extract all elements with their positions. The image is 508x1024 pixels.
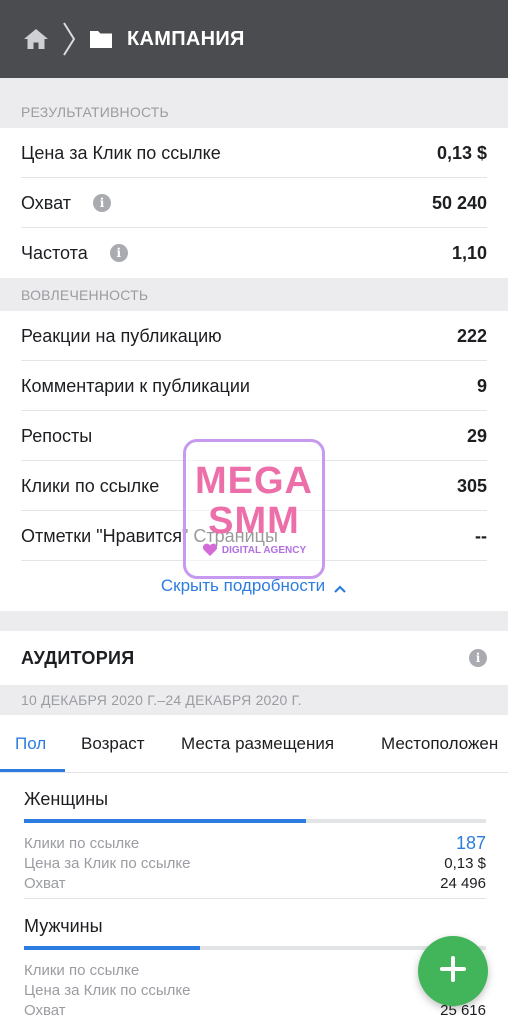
hide-details-label: Скрыть подробности bbox=[160, 576, 326, 595]
group-metric-label: Клики по ссылке bbox=[24, 834, 140, 852]
watermark-tagline-text: DIGITAL AGENCY bbox=[221, 544, 307, 556]
metric-row-cpc: Цена за Клик по ссылке 0,13 $ bbox=[0, 128, 508, 178]
metric-label: Реакции на публикацию bbox=[21, 325, 222, 346]
tab-placements[interactable]: Места размещения bbox=[181, 715, 334, 772]
info-icon[interactable]: i bbox=[93, 194, 112, 212]
metric-value: 29 bbox=[466, 425, 487, 446]
metric-row-comments: Комментарии к публикации 9 bbox=[0, 361, 508, 411]
audience-group-women: Женщины Клики по ссылке 187 Цена за Клик… bbox=[24, 789, 486, 893]
group-metric-label: Цена за Клик по ссылке bbox=[24, 981, 191, 999]
group-metric: Клики по ссылке bbox=[24, 960, 486, 980]
plus-icon bbox=[439, 955, 467, 988]
watermark-line: SMM bbox=[208, 500, 300, 542]
group-metric: Цена за Клик по ссылке bbox=[24, 980, 486, 1000]
tab-age[interactable]: Возраст bbox=[81, 715, 145, 772]
spacer bbox=[0, 78, 508, 95]
share-bar-fill bbox=[24, 819, 306, 823]
top-bar: КАМПАНИЯ bbox=[0, 0, 508, 78]
metric-label: Клики по ссылке bbox=[21, 475, 160, 496]
audience-header: АУДИТОРИЯ i bbox=[0, 631, 508, 685]
info-icon[interactable]: i bbox=[109, 244, 128, 262]
metric-value: 0,13 $ bbox=[436, 142, 487, 163]
metric-row-frequency: Частота i 1,10 bbox=[0, 228, 508, 278]
section-header-performance: РЕЗУЛЬТАТИВНОСТЬ bbox=[0, 95, 508, 128]
watermark-line: MEGA bbox=[195, 460, 313, 502]
group-metric-value: 24 496 bbox=[440, 874, 486, 892]
group-name: Женщины bbox=[24, 789, 109, 809]
metric-value: 222 bbox=[456, 325, 487, 346]
metric-value: 9 bbox=[476, 375, 487, 396]
add-button[interactable] bbox=[418, 936, 488, 1006]
tab-location[interactable]: Местоположен bbox=[381, 715, 498, 772]
metric-label: Частота bbox=[21, 242, 88, 263]
metric-value: -- bbox=[475, 525, 487, 546]
group-metric-label: Клики по ссылке bbox=[24, 961, 140, 979]
page-title: КАМПАНИЯ bbox=[127, 27, 245, 50]
active-tab-indicator bbox=[0, 769, 65, 772]
share-bar-fill bbox=[24, 946, 200, 950]
info-icon[interactable]: i bbox=[469, 649, 487, 667]
metric-label: Цена за Клик по ссылке bbox=[21, 142, 221, 163]
group-metric-label: Цена за Клик по ссылке bbox=[24, 854, 191, 872]
divider bbox=[24, 898, 486, 899]
share-bar bbox=[24, 819, 486, 823]
audience-tabs: Пол Возраст Места размещения Местоположе… bbox=[0, 715, 508, 773]
share-bar bbox=[24, 946, 486, 950]
tab-gender[interactable]: Пол bbox=[15, 715, 46, 772]
group-metric-label: Охват bbox=[24, 874, 66, 892]
group-name: Мужчины bbox=[24, 916, 103, 936]
chevron-right-icon bbox=[61, 21, 77, 57]
section-header-engagement: ВОВЛЕЧЕННОСТЬ bbox=[0, 278, 508, 311]
metric-label: Комментарии к публикации bbox=[21, 375, 250, 396]
chevron-up-icon bbox=[333, 581, 347, 593]
group-metric: Цена за Клик по ссылке 0,13 $ bbox=[24, 853, 486, 873]
watermark-tagline: DIGITAL AGENCY bbox=[202, 543, 306, 557]
heart-icon bbox=[202, 543, 218, 557]
metric-label: Репосты bbox=[21, 425, 93, 446]
group-metric-value: 187 bbox=[455, 832, 486, 853]
audience-group-men: Мужчины Клики по ссылке Цена за Клик по … bbox=[24, 916, 486, 1020]
watermark-logo: MEGA SMM DIGITAL AGENCY bbox=[183, 439, 325, 579]
metric-value: 50 240 bbox=[431, 192, 487, 213]
group-metric: Клики по ссылке 187 bbox=[24, 833, 486, 853]
metric-row-reactions: Реакции на публикацию 222 bbox=[0, 311, 508, 361]
home-icon[interactable] bbox=[23, 27, 49, 51]
group-metric-label: Охват bbox=[24, 1001, 66, 1019]
metric-value: 1,10 bbox=[451, 242, 487, 263]
metric-row-reach: Охват i 50 240 bbox=[0, 178, 508, 228]
folder-icon bbox=[89, 29, 113, 49]
group-metric: Охват 25 616 bbox=[24, 1000, 486, 1020]
group-metric: Охват 24 496 bbox=[24, 873, 486, 893]
audience-title: АУДИТОРИЯ bbox=[21, 647, 135, 668]
spacer bbox=[0, 611, 508, 631]
group-metric-value: 0,13 $ bbox=[444, 854, 486, 872]
date-range: 10 ДЕКАБРЯ 2020 Г.–24 ДЕКАБРЯ 2020 Г. bbox=[0, 685, 508, 715]
metric-value: 305 bbox=[456, 475, 487, 496]
metric-label: Охват bbox=[21, 192, 72, 213]
